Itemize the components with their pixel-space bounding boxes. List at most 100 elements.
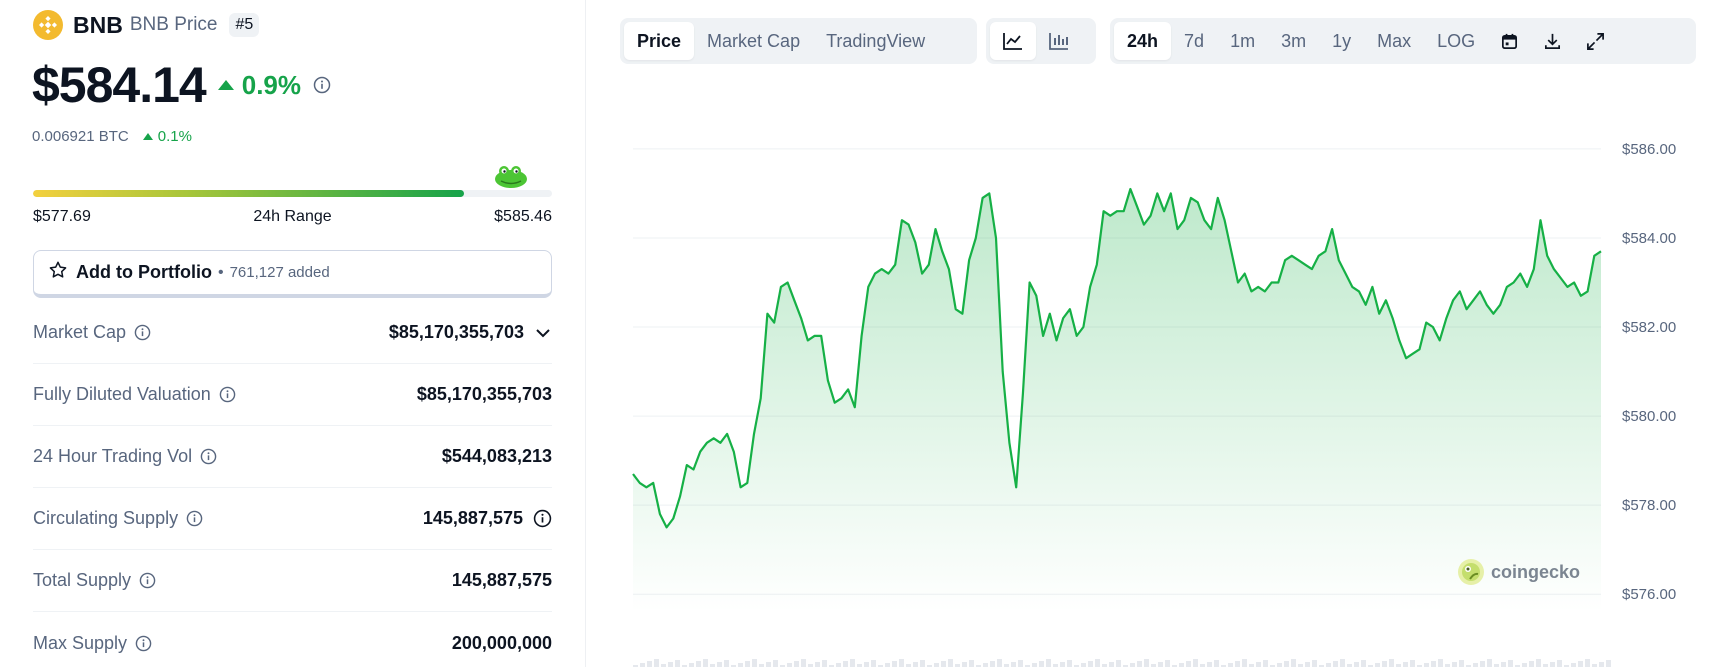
rank-badge: #5 — [229, 13, 260, 37]
volume-bar — [1389, 659, 1394, 667]
add-to-portfolio-button[interactable]: Add to Portfolio • 761,127 added — [33, 250, 552, 298]
stat-value: 145,887,575 — [451, 570, 552, 590]
volume-bar — [1242, 659, 1247, 667]
tab-1m[interactable]: 1m — [1217, 22, 1268, 60]
bnb-logo-icon — [33, 10, 63, 40]
stat-value-text: $85,170,355,703 — [388, 322, 524, 342]
chart-style-tabs — [986, 18, 1096, 64]
calendar-button[interactable] — [1488, 22, 1531, 60]
price-change-value: 0.9% — [241, 69, 302, 100]
volume-bar — [1011, 662, 1016, 667]
volume-bar — [1165, 660, 1170, 667]
coingecko-logo-icon — [1458, 559, 1484, 585]
info-icon[interactable] — [135, 635, 152, 652]
volume-bar — [773, 660, 778, 667]
volume-bar — [1480, 661, 1485, 667]
tab-3m[interactable]: 3m — [1268, 22, 1319, 60]
coingecko-watermark: coingecko — [1457, 558, 1580, 586]
range-high: $585.46 — [494, 208, 552, 225]
tab-24h[interactable]: 24h — [1114, 22, 1172, 60]
info-icon[interactable] — [200, 448, 217, 465]
stat-label-text: Total Supply — [33, 570, 132, 590]
stat-label: Circulating Supply — [33, 508, 203, 529]
volume-bar — [1179, 663, 1184, 667]
volume-bar — [1459, 660, 1464, 667]
y-tick-label: $584.00 — [1622, 230, 1676, 247]
tab-1y[interactable]: 1y — [1319, 22, 1364, 60]
volume-bar — [962, 662, 967, 667]
download-icon — [1545, 33, 1561, 49]
volume-bar — [1039, 661, 1044, 667]
volume-bar — [1536, 659, 1541, 667]
info-icon[interactable] — [139, 572, 156, 589]
volume-bar — [934, 663, 939, 667]
portfolio-added-count: 761,127 added — [229, 264, 330, 281]
tab-tradingview[interactable]: TradingView — [813, 22, 938, 60]
volume-bar — [794, 661, 799, 667]
stat-row-fdv: Fully Diluted Valuation $85,170,355,703 — [33, 364, 552, 426]
tab-market-cap[interactable]: Market Cap — [694, 22, 813, 60]
volume-bar — [871, 660, 876, 667]
coin-summary-panel: BNB BNB Price #5 $584.14 0.9% 0.006921 B… — [0, 0, 586, 667]
caret-up-icon — [217, 80, 234, 90]
volume-bar — [1522, 663, 1527, 667]
chevron-down-icon[interactable] — [534, 324, 552, 342]
stat-label-text: Fully Diluted Valuation — [33, 384, 211, 404]
frog-mascot-icon — [493, 164, 529, 195]
coin-header: BNB BNB Price #5 — [33, 10, 260, 40]
volume-bar — [822, 660, 827, 667]
candlestick-chart-button[interactable] — [1036, 22, 1082, 60]
volume-bar — [1354, 662, 1359, 667]
btc-price-row: 0.006921 BTC 0.1% — [32, 128, 192, 145]
stat-label-text: Max Supply — [33, 632, 128, 653]
price-row: $584.14 0.9% — [32, 56, 331, 114]
download-button[interactable] — [1531, 22, 1574, 60]
volume-bar — [1088, 661, 1093, 667]
stats-list: Market Cap $85,170,355,703 Fully Diluted… — [33, 302, 552, 667]
volume-bar — [1312, 660, 1317, 667]
tab-price[interactable]: Price — [624, 22, 695, 60]
volume-bar — [689, 663, 694, 667]
volume-bar — [1284, 661, 1289, 667]
volume-bar — [1137, 661, 1142, 667]
volume-bar — [1095, 659, 1100, 667]
volume-bar — [1116, 660, 1121, 667]
volume-bar — [1067, 660, 1072, 667]
info-icon[interactable] — [219, 386, 236, 403]
info-icon[interactable] — [134, 324, 151, 341]
y-tick-label: $580.00 — [1622, 408, 1676, 425]
volume-bar — [640, 663, 645, 667]
fullscreen-button[interactable] — [1574, 22, 1617, 60]
stat-label: 24 Hour Trading Vol — [33, 446, 217, 467]
info-icon[interactable] — [533, 509, 552, 528]
volume-bar — [724, 660, 729, 667]
info-icon[interactable] — [186, 510, 203, 527]
volume-bar — [1452, 662, 1457, 667]
volume-bar — [703, 659, 708, 667]
volume-bar — [1193, 659, 1198, 667]
stat-label: Max Supply — [33, 633, 152, 654]
y-axis-ticks: $586.00 $584.00 $582.00 $580.00 $578.00 $576.… — [1622, 141, 1676, 603]
tab-log[interactable]: LOG — [1424, 22, 1488, 60]
chart-type-tabs: Price Market Cap TradingView — [620, 18, 977, 64]
tab-max[interactable]: Max — [1364, 22, 1424, 60]
volume-bar — [1487, 659, 1492, 667]
coin-symbol: BNB — [73, 11, 123, 38]
volume-bar — [1046, 659, 1051, 667]
stat-row-max-supply: Max Supply 200,000,000 — [33, 612, 552, 667]
watermark-text: coingecko — [1491, 561, 1581, 582]
stat-value: $85,170,355,703 — [416, 384, 552, 404]
volume-bar — [1277, 663, 1282, 667]
tab-7d[interactable]: 7d — [1171, 22, 1217, 60]
btc-price: 0.006921 BTC — [32, 128, 129, 145]
volume-bar — [647, 661, 652, 667]
line-chart-button[interactable] — [990, 22, 1036, 60]
info-icon[interactable] — [313, 76, 331, 94]
volume-bar — [1333, 661, 1338, 667]
volume-bar — [1186, 661, 1191, 667]
volume-bar — [1305, 662, 1310, 667]
volume-bar — [843, 661, 848, 667]
volume-bar — [801, 659, 806, 667]
volume-bars — [633, 659, 1611, 667]
volume-bar — [654, 659, 659, 667]
